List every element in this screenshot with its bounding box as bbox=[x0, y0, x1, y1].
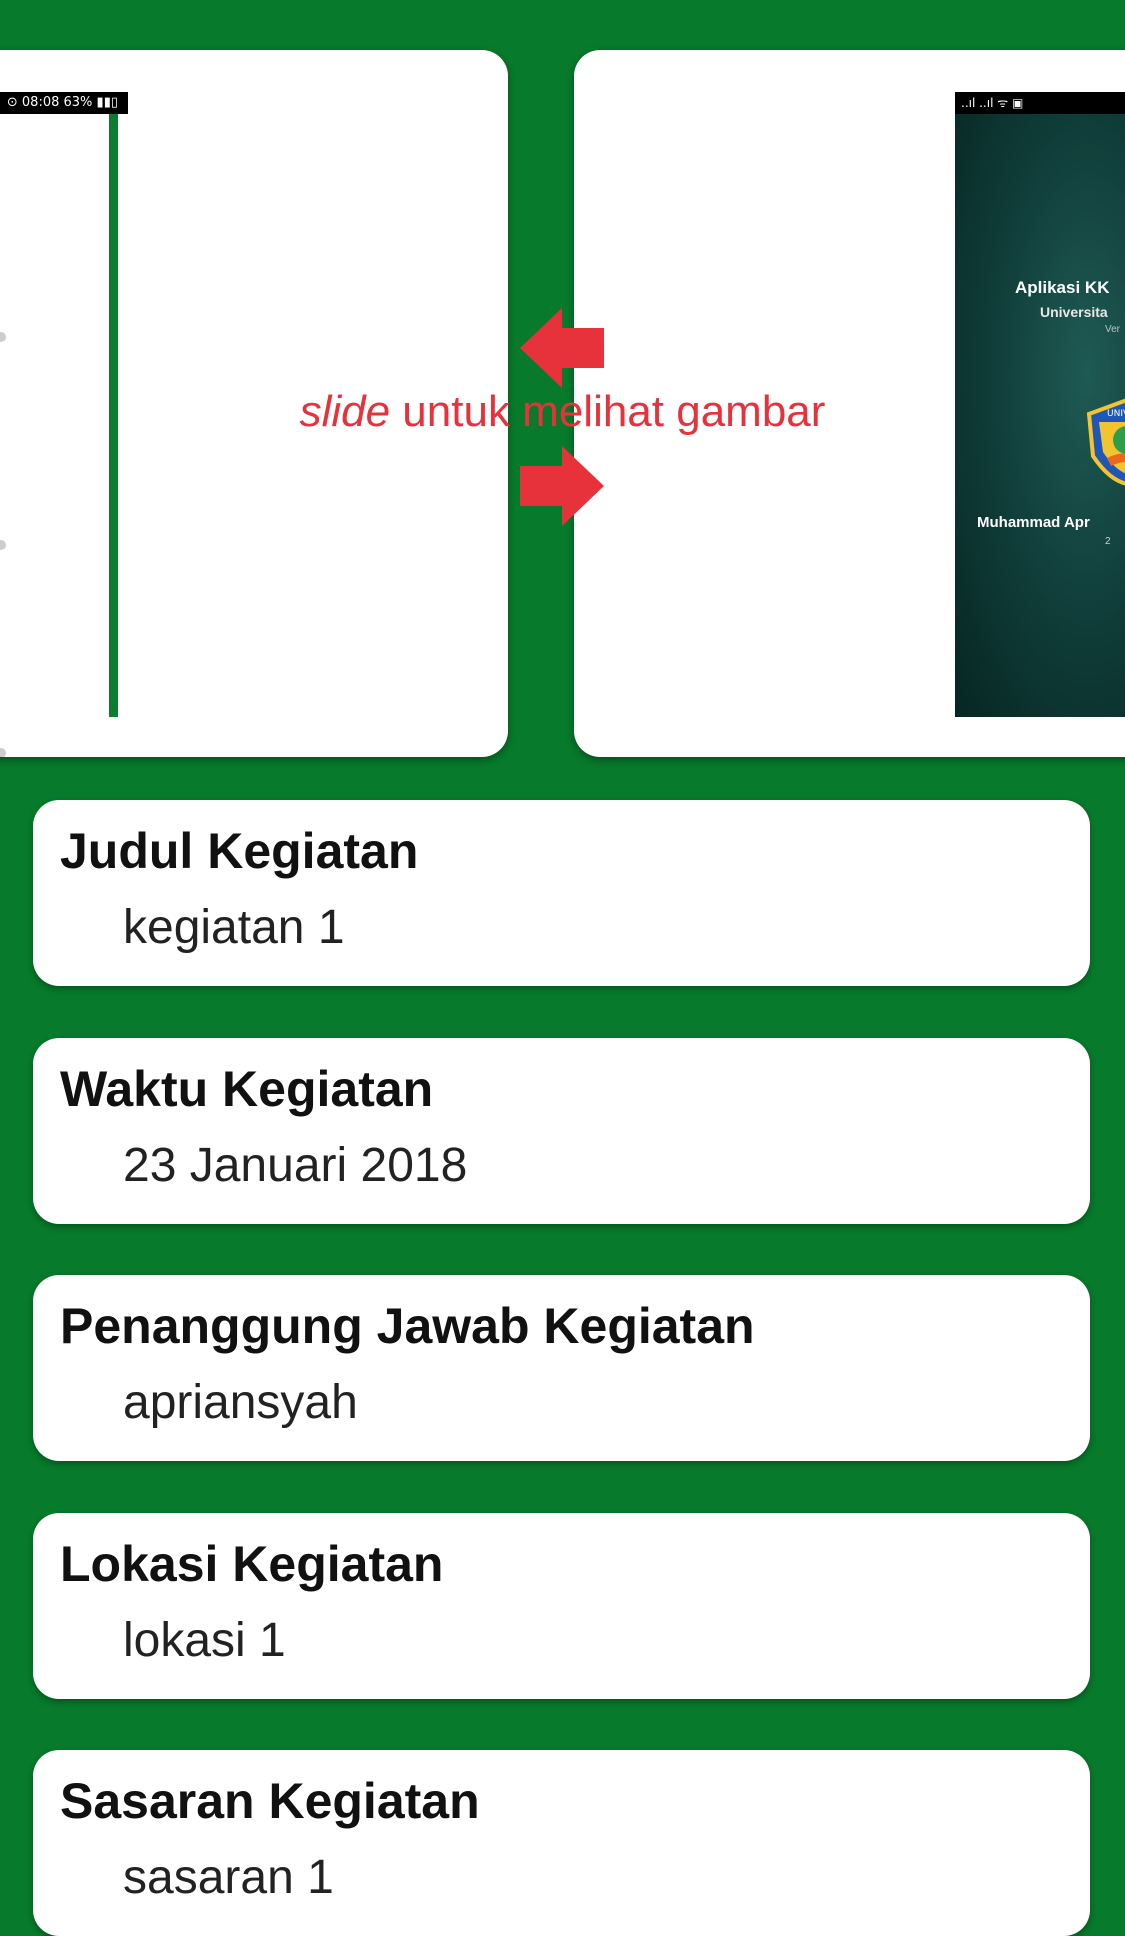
activity-responsible-value: apriansyah bbox=[123, 1376, 358, 1429]
activity-title-card: Judul Kegiatan kegiatan 1 bbox=[33, 800, 1090, 986]
screenshot-dot bbox=[0, 748, 6, 757]
activity-time-value: 23 Januari 2018 bbox=[123, 1139, 468, 1192]
splash-title: Aplikasi KK bbox=[1015, 278, 1110, 297]
activity-target-value: sasaran 1 bbox=[123, 1851, 334, 1904]
slide-hint-rest: untuk melihat gambar bbox=[390, 387, 826, 436]
activity-target-card: Sasaran Kegiatan sasaran 1 bbox=[33, 1750, 1090, 1936]
activity-responsible-card: Penanggung Jawab Kegiatan apriansyah bbox=[33, 1275, 1090, 1461]
arrow-left-icon bbox=[520, 308, 604, 388]
screenshot-dot bbox=[0, 540, 6, 550]
arrow-right-icon bbox=[520, 446, 604, 526]
slide-hint-text: slide untuk melihat gambar bbox=[0, 390, 1125, 434]
activity-title-value: kegiatan 1 bbox=[123, 901, 345, 954]
activity-title-label: Judul Kegiatan bbox=[60, 823, 419, 879]
activity-location-card: Lokasi Kegiatan lokasi 1 bbox=[33, 1513, 1090, 1699]
activity-location-label: Lokasi Kegiatan bbox=[60, 1536, 444, 1592]
splash-author: Muhammad Apr bbox=[977, 514, 1090, 531]
activity-target-label: Sasaran Kegiatan bbox=[60, 1773, 480, 1829]
slide-hint-emphasis: slide bbox=[299, 387, 391, 436]
splash-year: 2 bbox=[1105, 536, 1111, 547]
screenshot-status-bar: ..ıl ..ıl ᯤ ▣ bbox=[955, 92, 1125, 114]
activity-location-value: lokasi 1 bbox=[123, 1614, 286, 1667]
splash-subtitle: Universita bbox=[1040, 304, 1108, 320]
activity-time-card: Waktu Kegiatan 23 Januari 2018 bbox=[33, 1038, 1090, 1224]
activity-responsible-label: Penanggung Jawab Kegiatan bbox=[60, 1298, 755, 1354]
splash-version: Ver bbox=[1105, 324, 1121, 335]
activity-time-label: Waktu Kegiatan bbox=[60, 1061, 434, 1117]
screenshot-dot bbox=[0, 332, 6, 342]
screenshot-status-bar: ⊙ 08:08 63% ▮▮▯ bbox=[0, 92, 128, 114]
